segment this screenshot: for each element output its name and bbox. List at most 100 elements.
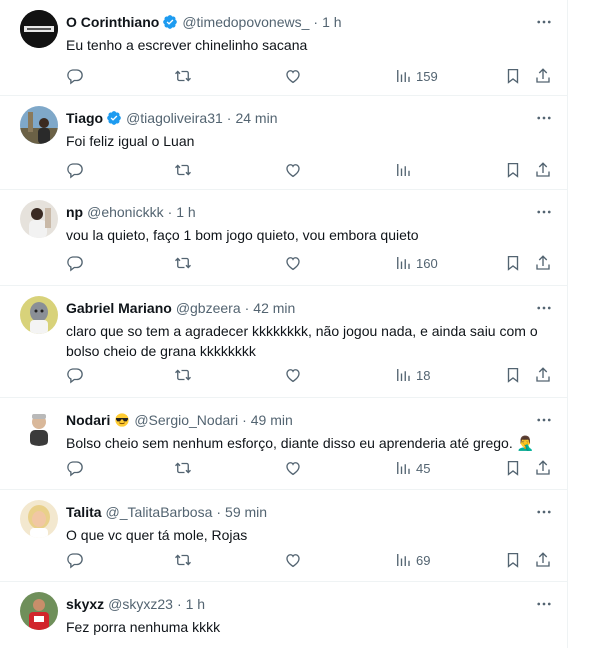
- retweet-button[interactable]: [174, 549, 192, 571]
- reply-button[interactable]: [66, 159, 84, 181]
- more-icon[interactable]: [534, 594, 554, 614]
- avatar[interactable]: [20, 106, 58, 144]
- more-icon[interactable]: [534, 202, 554, 222]
- retweet-icon: [175, 554, 191, 566]
- separator-dot: ·: [242, 412, 247, 428]
- more-icon[interactable]: [534, 410, 554, 430]
- avatar[interactable]: [20, 10, 58, 48]
- tweet[interactable]: Tiago @tiagoliveira31 · 24 min Foi feliz ig…: [0, 96, 568, 190]
- share-button[interactable]: [534, 457, 552, 479]
- reply-icon: [67, 163, 83, 179]
- tweet-text: O que vc quer tá mole, Rojas: [66, 527, 248, 543]
- retweet-icon: [175, 70, 191, 82]
- views-button[interactable]: 45: [394, 457, 430, 479]
- avatar[interactable]: [20, 200, 58, 238]
- display-name[interactable]: np: [66, 204, 83, 220]
- bookmark-button[interactable]: [504, 65, 522, 87]
- tweet[interactable]: np @ehonickkk · 1 h vou la quieto, faço 1 b…: [0, 190, 568, 286]
- bookmark-button[interactable]: [504, 252, 522, 274]
- timestamp[interactable]: 59 min: [225, 504, 267, 520]
- avatar[interactable]: [20, 500, 58, 538]
- sunglasses-emoji-icon: [114, 412, 130, 433]
- timestamp[interactable]: 1 h: [176, 204, 195, 220]
- tweet[interactable]: O Corinthiano @timedopovonews_ · 1 h Eu ten…: [0, 0, 568, 96]
- timestamp[interactable]: 24 min: [235, 110, 277, 126]
- views-button[interactable]: 159: [394, 65, 438, 87]
- user-handle[interactable]: @tiagoliveira31: [126, 110, 223, 126]
- views-icon: [397, 164, 410, 176]
- like-icon: [286, 70, 300, 84]
- user-handle[interactable]: @Sergio_Nodari: [134, 412, 238, 428]
- reply-button[interactable]: [66, 65, 84, 87]
- reply-button[interactable]: [66, 364, 84, 386]
- reply-icon: [67, 69, 83, 85]
- user-handle[interactable]: @skyxz23: [108, 596, 173, 612]
- display-name[interactable]: Talita: [66, 504, 102, 520]
- talita-avatar: [20, 500, 58, 538]
- like-button[interactable]: [284, 457, 302, 479]
- views-button[interactable]: [394, 159, 416, 181]
- like-icon: [286, 554, 300, 568]
- reply-button[interactable]: [66, 457, 84, 479]
- share-button[interactable]: [534, 159, 552, 181]
- bookmark-button[interactable]: [504, 457, 522, 479]
- timestamp[interactable]: 49 min: [251, 412, 293, 428]
- skyxz-avatar: [20, 592, 58, 630]
- reply-icon: [67, 256, 83, 272]
- reply-button[interactable]: [66, 549, 84, 571]
- tweet[interactable]: skyxz @skyxz23 · 1 h Fez porra nenhuma kkkk: [0, 582, 568, 648]
- like-button[interactable]: [284, 252, 302, 274]
- reply-button[interactable]: [66, 252, 84, 274]
- views-count: 45: [416, 460, 431, 476]
- like-button[interactable]: [284, 159, 302, 181]
- tweet[interactable]: Nodari @Sergio_Nodari · 49 min Bolso cheio …: [0, 398, 568, 490]
- views-button[interactable]: 69: [394, 549, 430, 571]
- display-name[interactable]: Tiago: [66, 110, 103, 126]
- like-button[interactable]: [284, 65, 302, 87]
- tweet[interactable]: Talita @_TalitaBarbosa · 59 min O que vc qu…: [0, 490, 568, 582]
- share-button[interactable]: [534, 364, 552, 386]
- bookmark-icon: [507, 367, 519, 383]
- timestamp[interactable]: 1 h: [186, 596, 205, 612]
- like-button[interactable]: [284, 364, 302, 386]
- display-name[interactable]: Nodari: [66, 412, 110, 428]
- views-button[interactable]: 18: [394, 364, 430, 386]
- separator-dot: ·: [226, 110, 232, 126]
- user-handle[interactable]: @timedopovonews_: [182, 14, 309, 30]
- bookmark-button[interactable]: [504, 159, 522, 181]
- more-icon[interactable]: [534, 502, 554, 522]
- more-icon[interactable]: [534, 12, 554, 32]
- user-handle[interactable]: @_TalitaBarbosa: [106, 504, 213, 520]
- display-name[interactable]: O Corinthiano: [66, 14, 159, 30]
- avatar[interactable]: [20, 296, 58, 334]
- avatar[interactable]: [20, 592, 58, 630]
- avatar[interactable]: [20, 408, 58, 446]
- user-handle[interactable]: @ehonickkk: [87, 204, 163, 220]
- display-name[interactable]: skyxz: [66, 596, 104, 612]
- tweet-actions: 159: [60, 65, 556, 87]
- bookmark-button[interactable]: [504, 549, 522, 571]
- retweet-button[interactable]: [174, 364, 192, 386]
- display-name[interactable]: Gabriel Mariano: [66, 300, 172, 316]
- views-button[interactable]: 160: [394, 252, 438, 274]
- like-icon: [286, 462, 300, 476]
- bookmark-icon: [507, 68, 519, 84]
- retweet-button[interactable]: [174, 159, 192, 181]
- more-icon[interactable]: [534, 108, 554, 128]
- timestamp[interactable]: 42 min: [253, 300, 295, 316]
- retweet-button[interactable]: [174, 252, 192, 274]
- retweet-button[interactable]: [174, 457, 192, 479]
- share-button[interactable]: [534, 252, 552, 274]
- timestamp[interactable]: 1 h: [322, 14, 341, 30]
- retweet-button[interactable]: [174, 65, 192, 87]
- more-icon[interactable]: [534, 298, 554, 318]
- tweet-header: Gabriel Mariano @gbzeera · 42 min: [66, 298, 528, 318]
- bookmark-button[interactable]: [504, 364, 522, 386]
- tweet[interactable]: Gabriel Mariano @gbzeera · 42 min claro que…: [0, 286, 568, 398]
- separator-dot: ·: [176, 596, 182, 612]
- share-icon: [536, 68, 550, 83]
- user-handle[interactable]: @gbzeera: [176, 300, 241, 316]
- share-button[interactable]: [534, 549, 552, 571]
- like-button[interactable]: [284, 549, 302, 571]
- share-button[interactable]: [534, 65, 552, 87]
